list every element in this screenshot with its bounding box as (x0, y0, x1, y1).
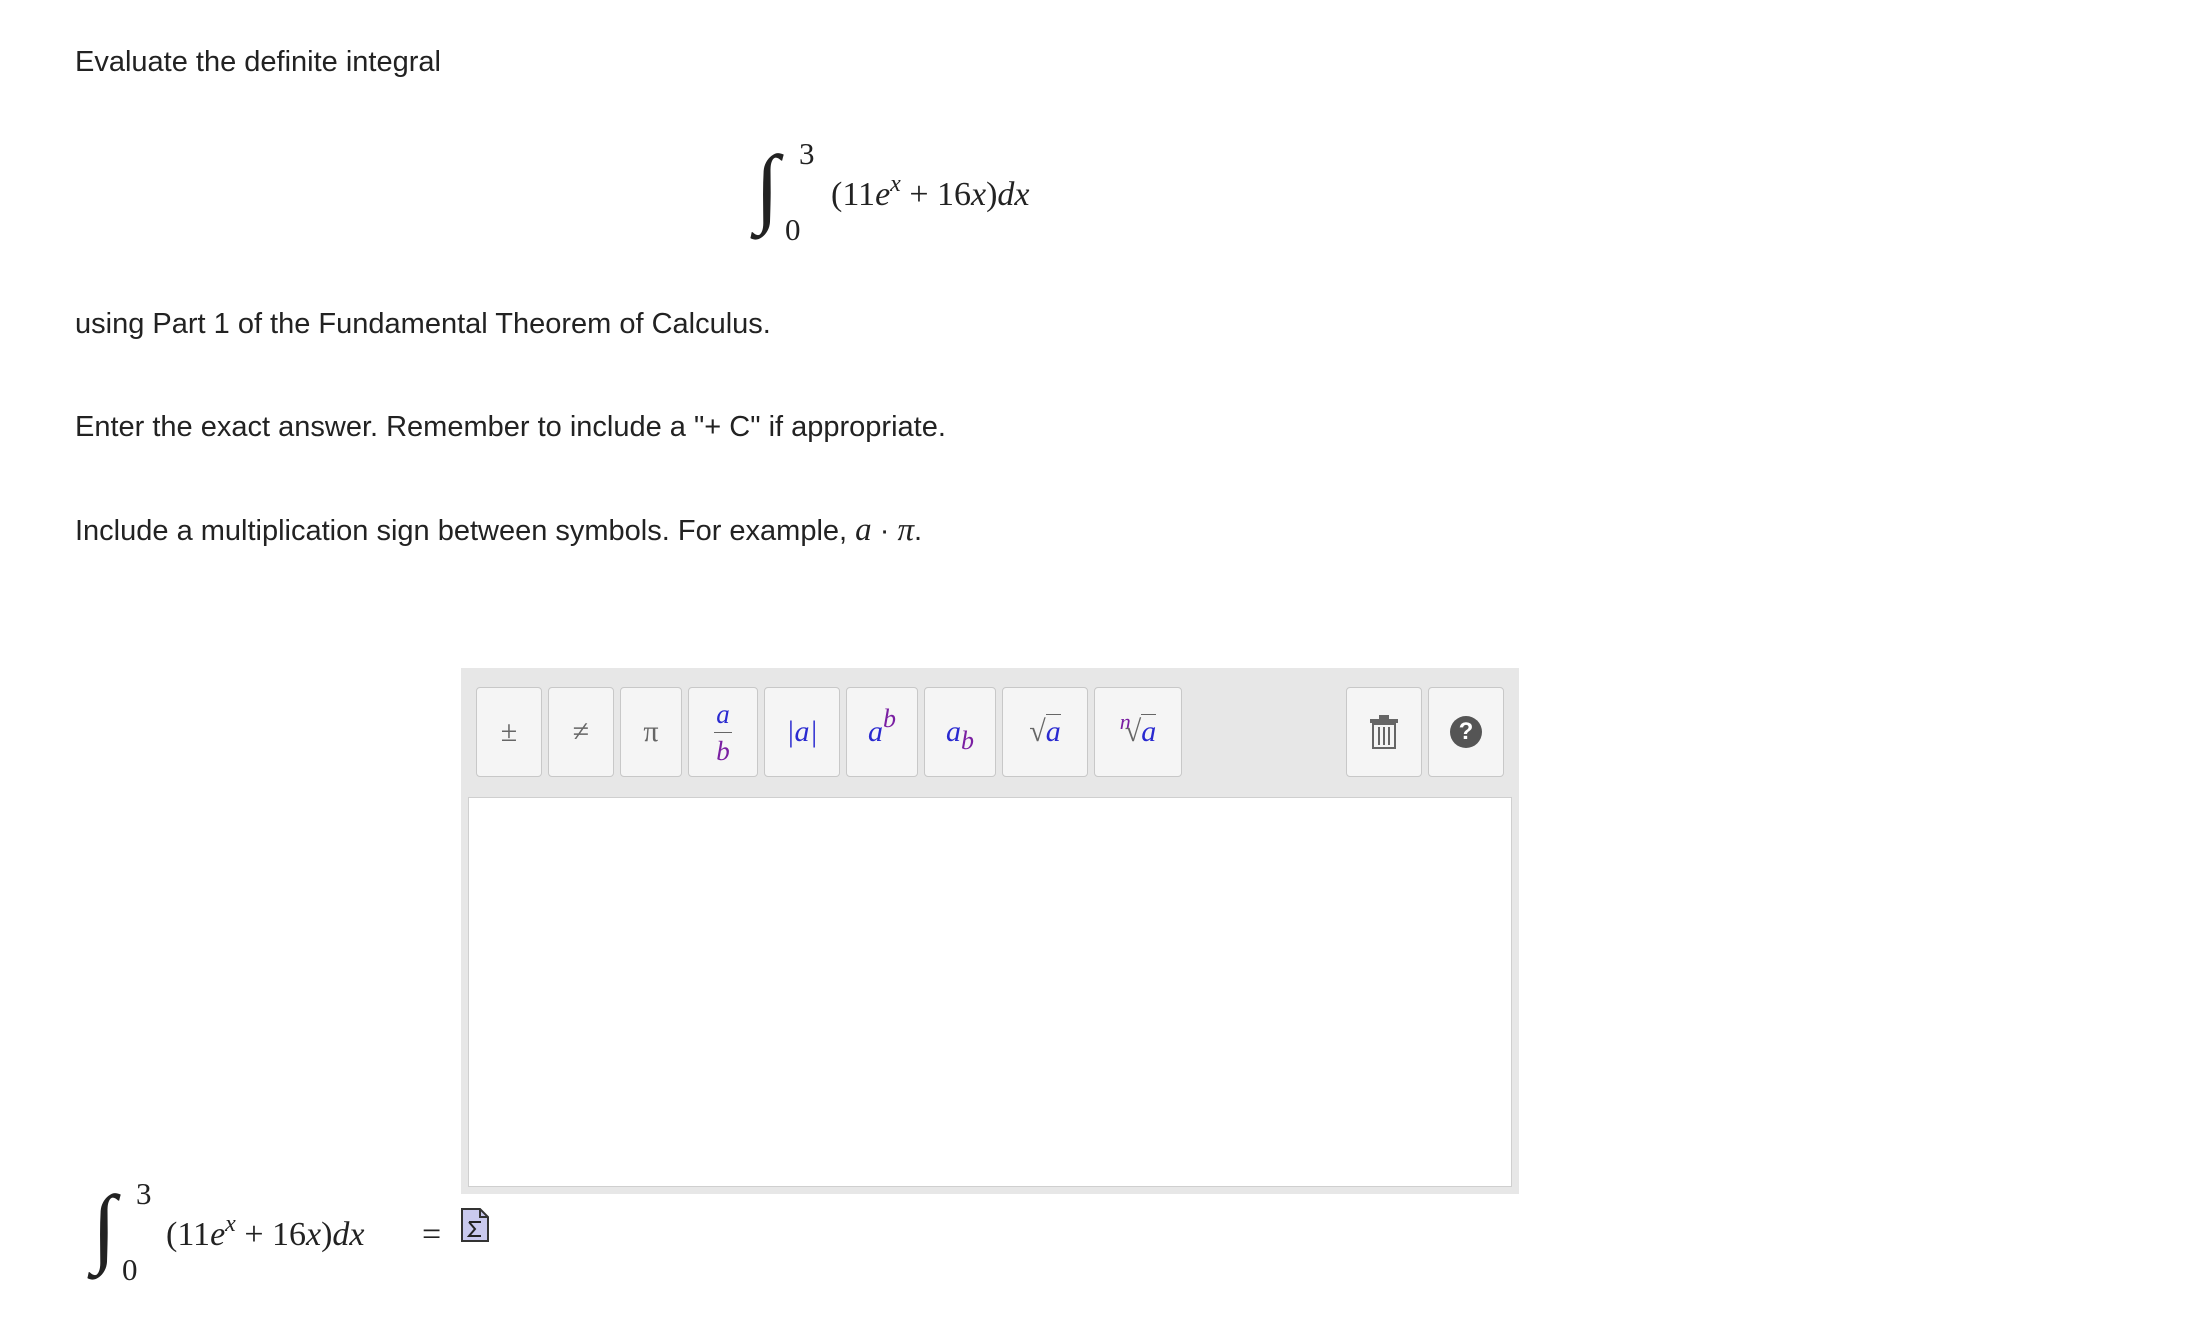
subscript-button[interactable]: ab (924, 687, 996, 777)
integral-upper-limit: 3 (799, 136, 815, 171)
equation-editor-icon[interactable] (461, 1208, 489, 1242)
subscript-icon: ab (946, 715, 974, 755)
help-icon: ? (1450, 716, 1482, 748)
clear-button[interactable] (1346, 687, 1422, 777)
square-root-icon: √a (1029, 714, 1061, 748)
page: Evaluate the definite integral ∫ 3 0 (11… (0, 0, 2194, 1318)
absolute-value-button[interactable]: |a| (764, 687, 840, 777)
equals-sign: = (422, 1216, 442, 1253)
fraction-icon: a b (714, 700, 732, 765)
pi-button[interactable]: π (620, 687, 682, 777)
integral-lower-limit: 0 (785, 212, 801, 247)
not-equal-button[interactable]: ≠ (548, 687, 614, 777)
absolute-value-icon: |a| (786, 715, 818, 748)
question-part-text: using Part 1 of the Fundamental Theorem … (75, 308, 771, 340)
power-button[interactable]: ab (846, 687, 918, 777)
help-button[interactable]: ? (1428, 687, 1504, 777)
question-intro: Evaluate the definite integral (75, 46, 441, 78)
instruction-exact: Enter the exact answer. Remember to incl… (75, 411, 946, 443)
answer-integral-sign: ∫ (92, 1179, 117, 1276)
answer-integral-upper-limit: 3 (136, 1176, 152, 1211)
trash-icon (1370, 715, 1398, 749)
power-icon: ab (868, 704, 896, 749)
plus-minus-button[interactable]: ± (476, 687, 542, 777)
fraction-button[interactable]: a b (688, 687, 758, 777)
instruction-multiplication: Include a multiplication sign between sy… (75, 512, 923, 548)
square-root-button[interactable]: √a (1002, 687, 1088, 777)
integrand: (11ex + 16x)dx (831, 171, 1030, 213)
answer-integral-lower-limit: 0 (122, 1252, 138, 1287)
nth-root-icon: n√a (1119, 709, 1157, 748)
integral-sign: ∫ (755, 139, 780, 236)
answer-integrand: (11ex + 16x)dx (166, 1211, 365, 1253)
answer-input-area[interactable] (468, 797, 1512, 1187)
math-editor: ± ≠ π a b |a| ab ab √a n√a ? (461, 668, 1519, 1194)
answer-integral-display: ∫ 3 0 (11ex + 16x)dx = (92, 1176, 462, 1290)
nth-root-button[interactable]: n√a (1094, 687, 1182, 777)
integral-display: ∫ 3 0 (11ex + 16x)dx (755, 136, 1095, 250)
